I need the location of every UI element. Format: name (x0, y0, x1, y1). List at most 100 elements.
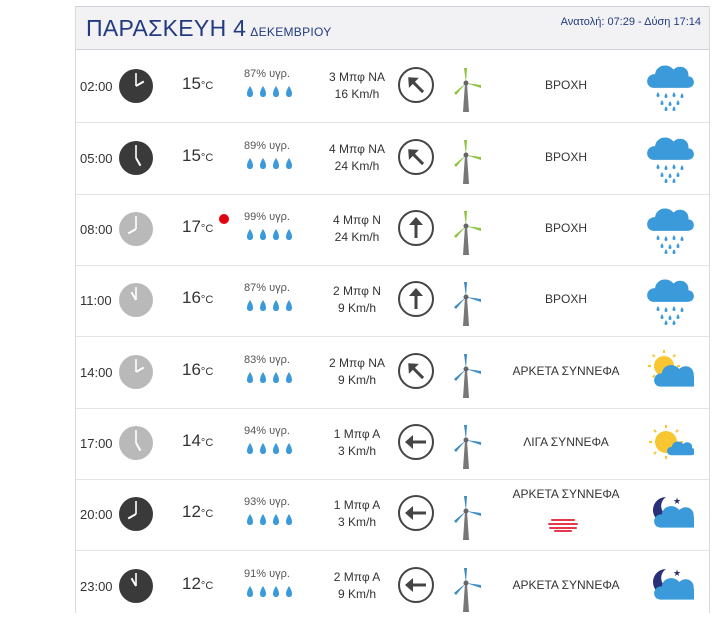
humidity: 91% υγρ. (244, 568, 290, 580)
humidity: 87% υγρ. (244, 68, 290, 80)
temperature-unit: °C (200, 294, 214, 306)
humidity-drops-icon (245, 157, 305, 171)
forecast-panel: ΠΑΡΑΣΚΕΥΗ 4 ΔΕΚΕΜΒΡΙΟΥ Ανατολή: 07:29 - Δ… (75, 6, 710, 613)
temperature-unit: °C (200, 152, 214, 164)
alert-dot-icon (219, 214, 229, 224)
humidity-drops-icon (245, 513, 305, 527)
temperature-value: 16 (182, 288, 201, 307)
sun-cloud-icon (646, 349, 699, 397)
forecast-time: 08:00 (80, 222, 113, 237)
forecast-row: 05:00 15°C 89% υγρ. 4 Μπφ ΝΑ 24 Km/h ΒΡΟΧ… (76, 123, 709, 195)
fog-icon (548, 518, 578, 532)
humidity: 93% υγρ. (244, 496, 290, 508)
north-arrow-icon (397, 280, 435, 318)
wind-info: 1 Μπφ Α 3 Km/h (307, 497, 407, 531)
temperature: 16°C (182, 360, 213, 380)
west-arrow-icon (397, 423, 435, 461)
temperature-value: 12 (182, 574, 201, 593)
wind-turbine-icon (448, 137, 484, 185)
clock-icon (118, 354, 154, 390)
forecast-row: 11:00 16°C 87% υγρ. 2 Μπφ Ν 9 Km/h ΒΡΟΧΗ (76, 265, 709, 337)
wind-info: 4 Μπφ Ν 24 Km/h (307, 212, 407, 246)
temperature: 12°C (182, 502, 213, 522)
condition-text: ΛΙΓΑ ΣΥΝΝΕΦΑ (523, 435, 609, 449)
wind-info: 2 Μπφ ΝΑ 9 Km/h (307, 355, 407, 389)
wind-speed: 9 Km/h (337, 301, 376, 315)
rain-icon (646, 135, 694, 183)
wind-force: 1 Μπφ Α (333, 427, 381, 441)
temperature: 15°C (182, 74, 213, 94)
forecast-row: 14:00 16°C 83% υγρ. 2 Μπφ ΝΑ 9 Km/h ΑΡΚΕΤ… (76, 337, 709, 409)
forecast-row: 17:00 14°C 94% υγρ. 1 Μπφ Α 3 Km/h ΛΙΓΑ Σ… (76, 408, 709, 480)
clock-icon (118, 496, 154, 532)
humidity-drops-icon (245, 442, 305, 456)
wind-info: 3 Μπφ ΝΑ 16 Km/h (307, 69, 407, 103)
humidity: 89% υγρ. (244, 140, 290, 152)
humidity: 94% υγρ. (244, 425, 290, 437)
condition-text: ΒΡΟΧΗ (544, 78, 587, 92)
forecast-row: 23:00 12°C 91% υγρ. 2 Μπφ Α 9 Km/h ΑΡΚΕΤΑ… (76, 551, 709, 622)
wind-turbine-icon (448, 279, 484, 327)
moon-cloud-icon: ★ (646, 563, 699, 611)
day-header: ΠΑΡΑΣΚΕΥΗ 4 ΔΕΚΕΜΒΡΙΟΥ Ανατολή: 07:29 - Δ… (76, 6, 709, 50)
wind-turbine-icon (448, 422, 484, 470)
temperature: 14°C (182, 431, 213, 451)
temperature: 17°C (182, 217, 213, 237)
clock-icon (118, 68, 154, 104)
wind-force: 1 Μπφ Α (333, 498, 381, 512)
temperature-unit: °C (200, 223, 214, 235)
temperature: 16°C (182, 288, 213, 308)
clock-icon (118, 425, 154, 461)
humidity-drops-icon (245, 585, 305, 599)
forecast-time: 23:00 (80, 579, 113, 594)
wind-info: 1 Μπφ Α 3 Km/h (307, 426, 407, 460)
wind-speed: 24 Km/h (334, 230, 380, 244)
forecast-row: 08:00 17°C 99% υγρ. 4 Μπφ Ν 24 Km/h ΒΡΟΧΗ (76, 194, 709, 266)
humidity-drops-icon (245, 371, 305, 385)
condition-text: ΒΡΟΧΗ (544, 150, 587, 164)
north-west-arrow-icon (397, 138, 435, 176)
temperature-unit: °C (200, 437, 214, 449)
temperature-unit: °C (200, 80, 214, 92)
wind-speed: 3 Km/h (337, 444, 376, 458)
humidity-drops-icon (245, 299, 305, 313)
forecast-time: 02:00 (80, 79, 113, 94)
temperature: 15°C (182, 146, 213, 166)
forecast-time: 20:00 (80, 507, 113, 522)
svg-text:★: ★ (673, 497, 681, 507)
wind-info: 2 Μπφ Α 9 Km/h (307, 569, 407, 603)
humidity: 99% υγρ. (244, 211, 290, 223)
sun-small-cloud-icon (646, 420, 696, 468)
wind-speed: 24 Km/h (334, 159, 380, 173)
humidity-drops-icon (245, 228, 305, 242)
clock-icon (118, 211, 154, 247)
day-name: ΠΑΡΑΣΚΕΥΗ 4 (86, 15, 247, 41)
condition-text: ΒΡΟΧΗ (544, 221, 587, 235)
condition-text: ΒΡΟΧΗ (544, 292, 587, 306)
wind-force: 2 Μπφ ΝΑ (329, 356, 385, 370)
temperature-value: 17 (182, 217, 201, 236)
temperature-value: 14 (182, 431, 201, 450)
wind-info: 2 Μπφ Ν 9 Km/h (307, 283, 407, 317)
north-arrow-icon (397, 209, 435, 247)
wind-info: 4 Μπφ ΝΑ 24 Km/h (307, 141, 407, 175)
west-arrow-icon (397, 494, 435, 532)
wind-turbine-icon (448, 565, 484, 613)
wind-turbine-icon (448, 351, 484, 399)
month-name: ΔΕΚΕΜΒΡΙΟΥ (250, 25, 332, 39)
condition-text: ΑΡΚΕΤΑ ΣΥΝΝΕΦΑ (512, 364, 620, 378)
temperature-value: 15 (182, 146, 201, 165)
wind-force: 4 Μπφ ΝΑ (329, 142, 385, 156)
humidity: 83% υγρ. (244, 354, 290, 366)
temperature-value: 16 (182, 360, 201, 379)
forecast-row: 20:00 12°C 93% υγρ. 1 Μπφ Α 3 Km/h ΑΡΚΕΤΑ… (76, 479, 709, 551)
wind-force: 3 Μπφ ΝΑ (329, 70, 385, 84)
rain-icon (646, 63, 694, 111)
condition-text: ΑΡΚΕΤΑ ΣΥΝΝΕΦΑ (512, 487, 620, 501)
forecast-row: 02:00 15°C 87% υγρ. 3 Μπφ ΝΑ 16 Km/h ΒΡΟΧ… (76, 51, 709, 123)
wind-speed: 9 Km/h (337, 373, 376, 387)
forecast-time: 14:00 (80, 365, 113, 380)
sunrise-sunset: Ανατολή: 07:29 - Δύση 17:14 (560, 16, 701, 28)
wind-speed: 9 Km/h (337, 587, 376, 601)
humidity: 87% υγρ. (244, 282, 290, 294)
